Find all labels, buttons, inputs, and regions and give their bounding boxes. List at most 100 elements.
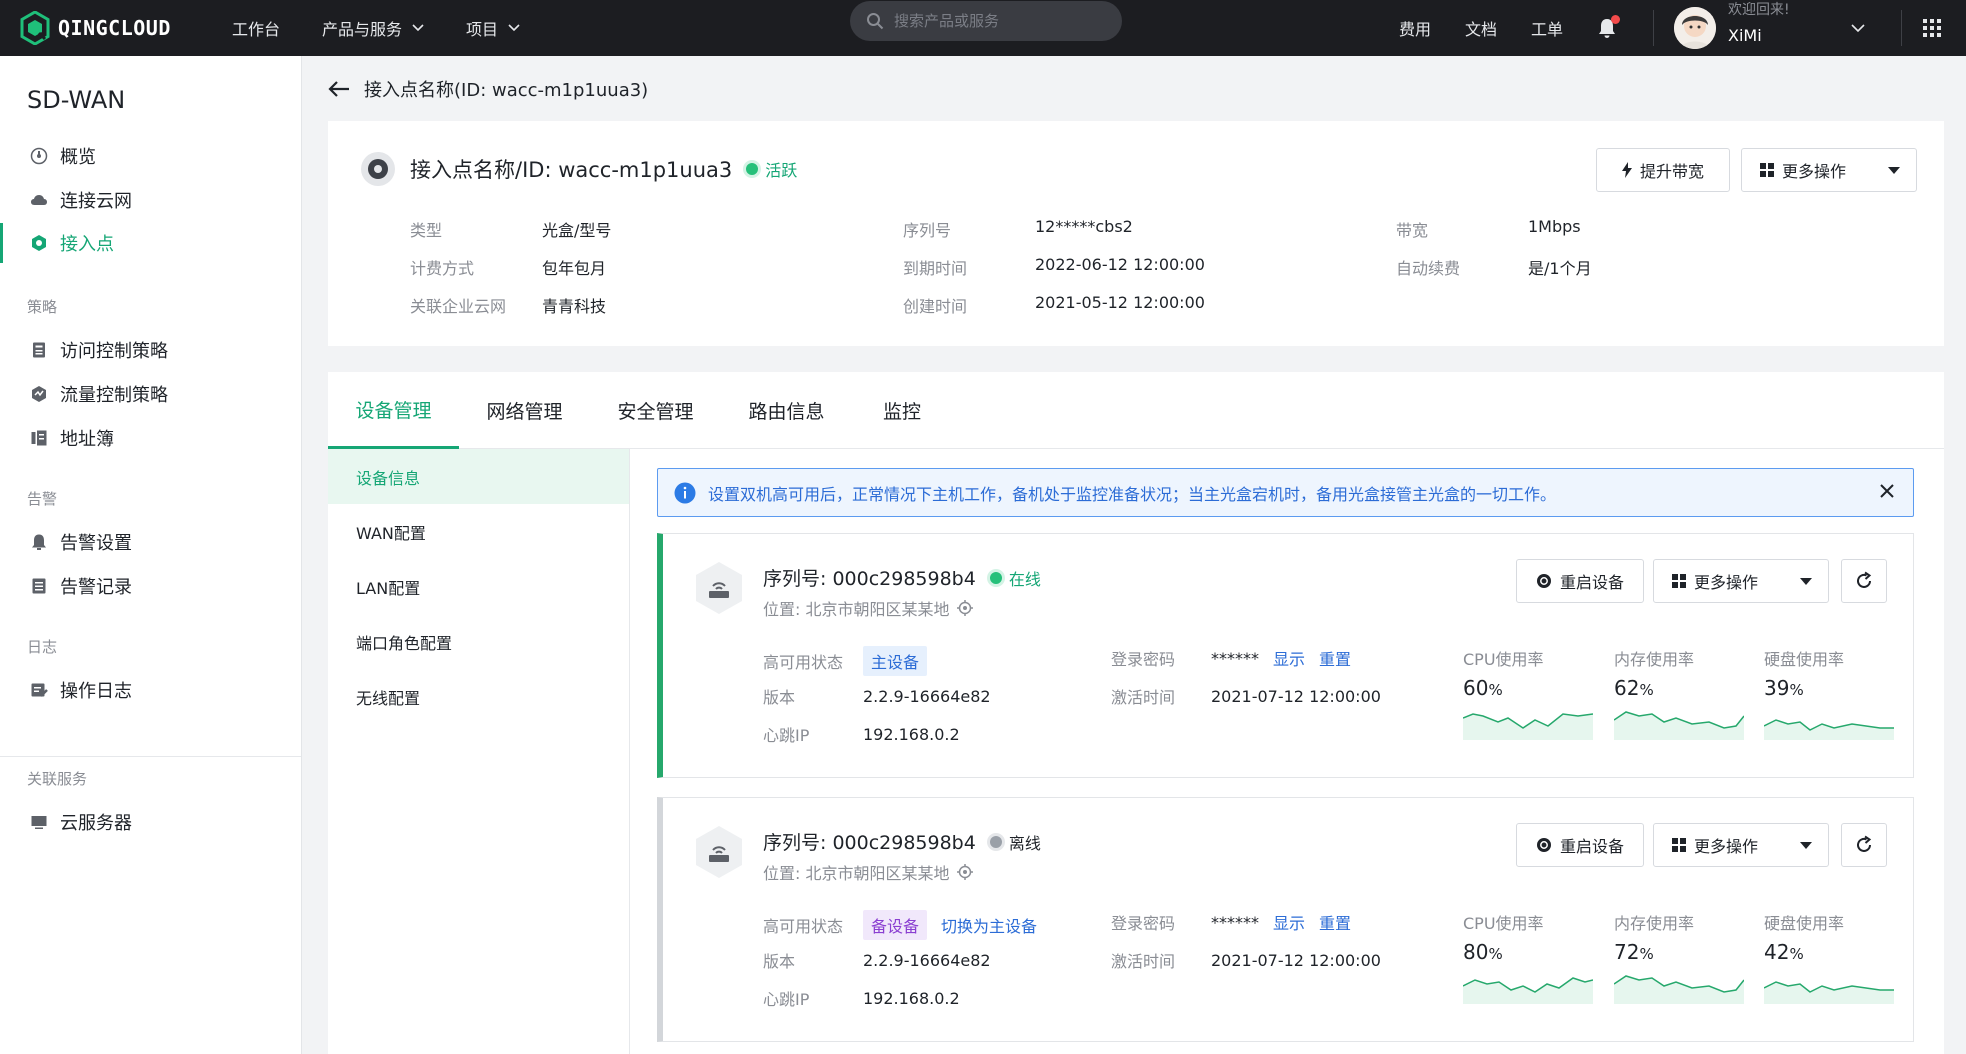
sidebar-item-traffic-policy[interactable]: 流量控制策略 (0, 374, 301, 414)
info-value: 2022-06-12 12:00:00 (1035, 255, 1205, 274)
access-point-icon (30, 234, 48, 252)
subnav-lan-config[interactable]: LAN配置 (328, 559, 629, 614)
disk-value: 39 (1764, 676, 1790, 700)
nav-projects[interactable]: 项目 (466, 16, 520, 40)
device-serial: 序列号: 000c298598b4 (763, 568, 976, 590)
show-password-link[interactable]: 显示 (1273, 646, 1305, 670)
edit-log-icon (30, 681, 48, 699)
device-location-text: 位置: 北京市朝阳区某某地 (763, 600, 950, 619)
metric-value: 39% (1764, 676, 1894, 700)
close-icon[interactable] (1879, 483, 1895, 499)
app-grid-icon[interactable] (1922, 18, 1942, 38)
caret-down-icon (1800, 841, 1812, 849)
top-nav: 工作台 产品与服务 项目 (190, 16, 520, 40)
tab-route-info[interactable]: 路由信息 (721, 372, 852, 449)
dashboard-icon (30, 147, 48, 165)
router-icon (693, 824, 745, 880)
user-menu[interactable]: 欢迎回来! XiMi (1728, 2, 1843, 45)
sidebar-item-access-policy[interactable]: 访问控制策略 (0, 330, 301, 370)
info-key: 带宽 (1396, 221, 1429, 240)
more-actions-label: 更多操作 (1694, 573, 1759, 592)
welcome-text: 欢迎回来! (1728, 1, 1790, 18)
sidebar-item-alert-settings[interactable]: 告警设置 (0, 522, 301, 562)
nav-workbench[interactable]: 工作台 (232, 16, 280, 40)
search-input[interactable] (894, 12, 1094, 30)
memory-metric: 内存使用率 72% (1614, 910, 1744, 1004)
tab-monitor[interactable]: 监控 (852, 372, 952, 449)
info-notice: 设置双机高可用后，正常情况下主机工作，备机处于监控准备状况；当主光盒宕机时，备用… (657, 468, 1914, 517)
info-header: 接入点名称/ID: wacc-m1p1uua3 活跃 (360, 151, 797, 187)
status-text: 活跃 (765, 161, 798, 180)
tab-network-management[interactable]: 网络管理 (459, 372, 590, 449)
status-dot (989, 835, 1002, 848)
chevron-down-icon (412, 24, 424, 32)
reset-password-link[interactable]: 重置 (1319, 910, 1351, 934)
refresh-button[interactable] (1841, 823, 1887, 867)
percent-unit: % (1639, 681, 1654, 699)
avatar[interactable] (1674, 7, 1716, 49)
sub-nav: 设备信息 WAN配置 LAN配置 端口角色配置 无线配置 (328, 449, 630, 1054)
username: XiMi (1728, 25, 1762, 45)
reboot-device-button[interactable]: 重启设备 (1516, 559, 1644, 603)
breadcrumb: 接入点名称(ID: wacc-m1p1uua3) (328, 76, 648, 102)
link-docs[interactable]: 文档 (1465, 16, 1497, 40)
show-password-link[interactable]: 显示 (1273, 910, 1305, 934)
sidebar-item-alert-records[interactable]: 告警记录 (0, 566, 301, 606)
device-serial-row: 序列号: 000c298598b4 在线 (763, 564, 1041, 591)
subnav-port-role-config[interactable]: 端口角色配置 (328, 614, 629, 669)
info-key: 到期时间 (903, 259, 968, 278)
info-type: 类型 光盒/型号 (410, 217, 611, 241)
percent-unit: % (1639, 945, 1654, 963)
link-billing[interactable]: 费用 (1399, 16, 1431, 40)
caret-down-icon (1888, 166, 1900, 174)
device-more-actions-dropdown[interactable]: 更多操作 (1653, 559, 1829, 603)
metric-label: 硬盘使用率 (1764, 914, 1845, 933)
nav-products[interactable]: 产品与服务 (322, 16, 424, 40)
refresh-icon (1854, 571, 1874, 591)
logo[interactable]: QINGCLOUD (20, 11, 190, 45)
cpu-sparkline (1463, 977, 1593, 1004)
device-status-badge: 在线 (989, 566, 1041, 590)
subnav-device-info[interactable]: 设备信息 (328, 449, 629, 504)
link-tickets[interactable]: 工单 (1531, 16, 1563, 40)
search-box[interactable] (850, 1, 1122, 41)
sidebar-item-operation-log[interactable]: 操作日志 (0, 670, 301, 710)
switch-primary-link[interactable]: 切换为主设备 (941, 913, 1037, 937)
status-dot (989, 571, 1002, 584)
caret-down-icon (1800, 577, 1812, 585)
sidebar-group-policy: 策略 (27, 298, 58, 316)
kv-value: 2021-07-12 12:00:00 (1211, 950, 1381, 970)
sidebar-item-address-book[interactable]: 地址簿 (0, 418, 301, 458)
tab-security-management[interactable]: 安全管理 (590, 372, 721, 449)
reset-password-link[interactable]: 重置 (1319, 646, 1351, 670)
sidebar-item-cloud-network[interactable]: 连接云网 (0, 180, 301, 220)
upgrade-bandwidth-button[interactable]: 提升带宽 (1596, 148, 1730, 192)
device-more-actions-dropdown[interactable]: 更多操作 (1653, 823, 1829, 867)
sidebar-item-overview[interactable]: 概览 (0, 136, 301, 176)
nav-workbench-label: 工作台 (232, 20, 281, 39)
sidebar-item-cloud-server[interactable]: 云服务器 (0, 802, 301, 842)
info-serial: 序列号 12*****cbs2 (903, 217, 1133, 241)
cpu-sparkline (1463, 713, 1593, 740)
subnav-wan-config[interactable]: WAN配置 (328, 504, 629, 559)
arrow-left-icon[interactable] (328, 80, 350, 98)
memory-value: 72 (1614, 940, 1640, 964)
device-version: 版本 2.2.9-16664e82 (763, 948, 991, 972)
metric-label: 内存使用率 (1614, 650, 1695, 669)
info-value: 青青科技 (542, 297, 607, 316)
reboot-label: 重启设备 (1559, 837, 1624, 856)
location-pin-icon[interactable] (957, 864, 974, 880)
subnav-wireless-config[interactable]: 无线配置 (328, 669, 629, 724)
notification-dot (1611, 15, 1620, 24)
sidebar-group-log: 日志 (27, 638, 58, 656)
bell-icon[interactable] (1597, 15, 1620, 39)
divider (1901, 10, 1902, 46)
kv-key: 版本 (763, 688, 796, 707)
chevron-down-icon[interactable] (1851, 23, 1865, 33)
sidebar-item-access-point[interactable]: 接入点 (0, 223, 301, 263)
reboot-device-button[interactable]: 重启设备 (1516, 823, 1644, 867)
location-pin-icon[interactable] (957, 600, 974, 616)
more-actions-dropdown[interactable]: 更多操作 (1741, 148, 1917, 192)
refresh-button[interactable] (1841, 559, 1887, 603)
tab-device-management[interactable]: 设备管理 (328, 372, 459, 449)
